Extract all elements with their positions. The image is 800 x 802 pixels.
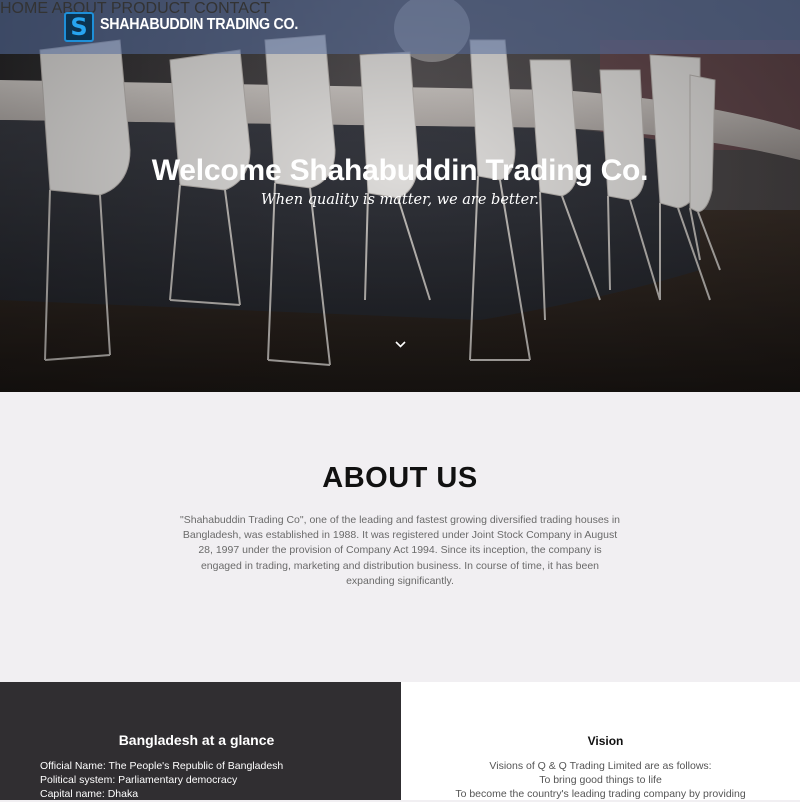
vision-line: Visions of Q & Q Trading Limited are as … (489, 760, 712, 772)
logo-letter: S (70, 13, 88, 41)
glance-panel: Bangladesh at a glance Official Name: Th… (0, 682, 401, 800)
vision-heading: Vision (587, 734, 624, 748)
glance-heading: Bangladesh at a glance (118, 732, 275, 748)
nav-product[interactable]: PRODUCT (111, 0, 190, 17)
hero-banner: S SHAHABUDDIN TRADING CO. HOME ABOUT PRO… (0, 0, 800, 392)
glance-item: Capital name: Dhaka (40, 788, 139, 801)
vision-line: To become the country's leading trading … (455, 788, 746, 801)
vision-line: To bring good things to life (539, 774, 662, 787)
nav-contact[interactable]: CONTACT (194, 0, 270, 17)
about-section: ABOUT US "Shahabuddin Trading Co", one o… (0, 392, 800, 682)
brand-name[interactable]: SHAHABUDDIN TRADING CO. (100, 16, 298, 34)
glance-list: Official Name: The People's Republic of … (40, 759, 283, 802)
glance-item: Political system: Parliamentary democrac… (40, 774, 238, 787)
hero-subtitle: When quality is matter, we are better. (260, 192, 540, 208)
about-body: "Shahabuddin Trading Co", one of the lea… (180, 514, 620, 587)
vision-lines: Visions of Q & Q Trading Limited are as … (401, 759, 800, 802)
about-heading: ABOUT US (322, 462, 478, 494)
s-logo-icon[interactable]: S (64, 12, 94, 42)
chevron-down-icon[interactable] (395, 341, 406, 348)
top-navbar: S SHAHABUDDIN TRADING CO. HOME ABOUT PRO… (0, 0, 800, 54)
glance-item: Official Name: The People's Republic of … (40, 760, 284, 772)
vision-panel: Vision Visions of Q & Q Trading Limited … (401, 682, 800, 800)
nav-home[interactable]: HOME (0, 0, 48, 17)
hero-title: Welcome Shahabuddin Trading Co. (151, 154, 649, 187)
